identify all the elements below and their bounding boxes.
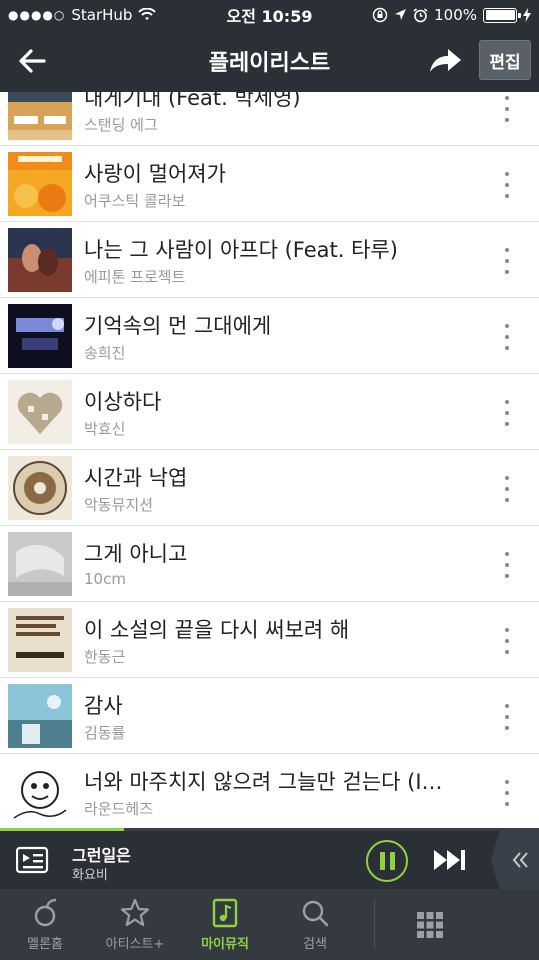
signal-strength-icon: ●●●●○ (8, 8, 66, 22)
battery-icon (483, 7, 521, 23)
rotation-lock-icon (372, 7, 388, 23)
more-options-icon[interactable] (501, 170, 513, 200)
double-chevron-left-icon (512, 852, 528, 868)
bottom-tab-bar: 멜론홈 아티스트+ 마이뮤직 검색 (0, 889, 539, 960)
song-title: 이 소설의 끝을 다시 써보려 해 (84, 618, 350, 642)
search-icon (302, 900, 329, 927)
tab-search[interactable]: 검색 (270, 889, 360, 960)
song-artist: 라운드헤즈 (84, 800, 154, 818)
now-playing-title: 그런일은 (72, 846, 131, 865)
song-artist: 박효신 (84, 420, 126, 438)
song-title: 나는 그 사람이 아프다 (Feat. 타루) (84, 238, 398, 262)
song-artist: 10cm (84, 570, 126, 588)
song-artist: 에피톤 프로젝트 (84, 268, 186, 286)
more-options-icon[interactable] (501, 626, 513, 656)
list-item[interactable]: 그게 아니고 10cm (0, 526, 539, 602)
more-options-icon[interactable] (501, 246, 513, 276)
album-art (8, 228, 72, 292)
page-title: 플레이리스트 (208, 51, 331, 76)
more-options-icon[interactable] (501, 94, 513, 124)
collapse-player-button[interactable] (491, 831, 539, 889)
battery-percent: 100% (434, 6, 477, 24)
list-item[interactable]: 나는 그 사람이 아프다 (Feat. 타루) 에피톤 프로젝트 (0, 222, 539, 298)
alarm-icon (413, 7, 428, 22)
pause-button[interactable] (366, 840, 408, 882)
list-item[interactable]: 사랑이 멀어져가 어쿠스틱 콜라보 (0, 146, 539, 222)
more-options-icon[interactable] (501, 550, 513, 580)
album-art (8, 532, 72, 596)
back-button[interactable] (14, 44, 50, 78)
grid-menu-icon (417, 911, 443, 938)
song-artist: 어쿠스틱 콜라보 (84, 192, 186, 210)
edit-button[interactable]: 편집 (479, 40, 531, 80)
song-title: 시간과 낙엽 (84, 466, 188, 490)
tab-label: 멜론홈 (27, 937, 63, 952)
wifi-icon (138, 8, 157, 20)
share-button[interactable] (425, 44, 465, 78)
album-art (8, 608, 72, 672)
song-title: 사랑이 멀어져가 (84, 162, 226, 186)
song-title: 내게기대 (Feat. 박세영) (84, 92, 301, 110)
song-title: 이상하다 (84, 390, 162, 414)
status-right: 100% (372, 6, 531, 24)
back-arrow-icon (19, 49, 46, 73)
song-title: 그게 아니고 (84, 542, 188, 566)
star-icon (120, 898, 150, 927)
more-options-icon[interactable] (501, 398, 513, 428)
menu-grid-button[interactable] (395, 889, 465, 960)
status-bar: ●●●●○ StarHub 오전 10:59 100% (0, 0, 539, 30)
share-arrow-icon (430, 49, 461, 72)
tab-melon-home[interactable]: 멜론홈 (0, 889, 90, 960)
album-art (8, 456, 72, 520)
charging-icon (523, 8, 531, 22)
album-art (8, 152, 72, 216)
carrier-name: StarHub (71, 6, 133, 24)
list-item[interactable]: 감사 김동률 (0, 678, 539, 754)
album-art (8, 304, 72, 368)
now-playing-list-icon[interactable] (15, 845, 50, 875)
tab-label: 마이뮤직 (201, 937, 249, 952)
album-art (8, 92, 72, 140)
song-artist: 김동률 (84, 724, 126, 742)
header: 플레이리스트 편집 (0, 30, 539, 92)
more-options-icon[interactable] (501, 474, 513, 504)
list-item[interactable]: 너와 마주치지 않으려 그늘만 걷는다 (I… 라운드헤즈 (0, 754, 539, 828)
song-artist: 한동근 (84, 648, 126, 666)
more-options-icon[interactable] (501, 322, 513, 352)
more-options-icon[interactable] (501, 702, 513, 732)
album-art (8, 684, 72, 748)
list-item[interactable]: 기억속의 먼 그대에게 송희진 (0, 298, 539, 374)
status-left: ●●●●○ StarHub (8, 6, 157, 24)
album-art (8, 760, 72, 824)
location-icon (395, 9, 407, 20)
music-note-icon (212, 898, 238, 928)
list-item[interactable]: 이상하다 박효신 (0, 374, 539, 450)
next-track-button[interactable] (432, 847, 468, 873)
list-item[interactable]: 내게기대 (Feat. 박세영) 스탠딩 에그 (0, 92, 539, 146)
song-title: 기억속의 먼 그대에게 (84, 314, 272, 338)
song-artist: 악동뮤지션 (84, 496, 154, 514)
mini-player[interactable]: 그런일은 화요비 (0, 831, 539, 889)
status-time: 오전 10:59 (226, 7, 313, 26)
playlist[interactable]: 내게기대 (Feat. 박세영) 스탠딩 에그 사랑이 멀어져가 어쿠스틱 콜라… (0, 92, 539, 828)
list-item[interactable]: 시간과 낙엽 악동뮤지션 (0, 450, 539, 526)
list-item[interactable]: 이 소설의 끝을 다시 써보려 해 한동근 (0, 602, 539, 678)
tab-divider (374, 899, 375, 949)
song-title: 감사 (84, 694, 123, 718)
tab-label: 검색 (303, 937, 327, 952)
melon-home-icon (34, 898, 57, 927)
tab-my-music[interactable]: 마이뮤직 (180, 889, 270, 960)
more-options-icon[interactable] (501, 778, 513, 808)
album-art (8, 380, 72, 444)
song-artist: 송희진 (84, 344, 126, 362)
skip-next-icon (434, 850, 465, 870)
tab-artist-plus[interactable]: 아티스트+ (90, 889, 180, 960)
now-playing-artist: 화요비 (72, 868, 108, 883)
song-title: 너와 마주치지 않으려 그늘만 걷는다 (I… (84, 770, 443, 794)
song-artist: 스탠딩 에그 (84, 116, 158, 134)
tab-label: 아티스트+ (105, 937, 165, 952)
